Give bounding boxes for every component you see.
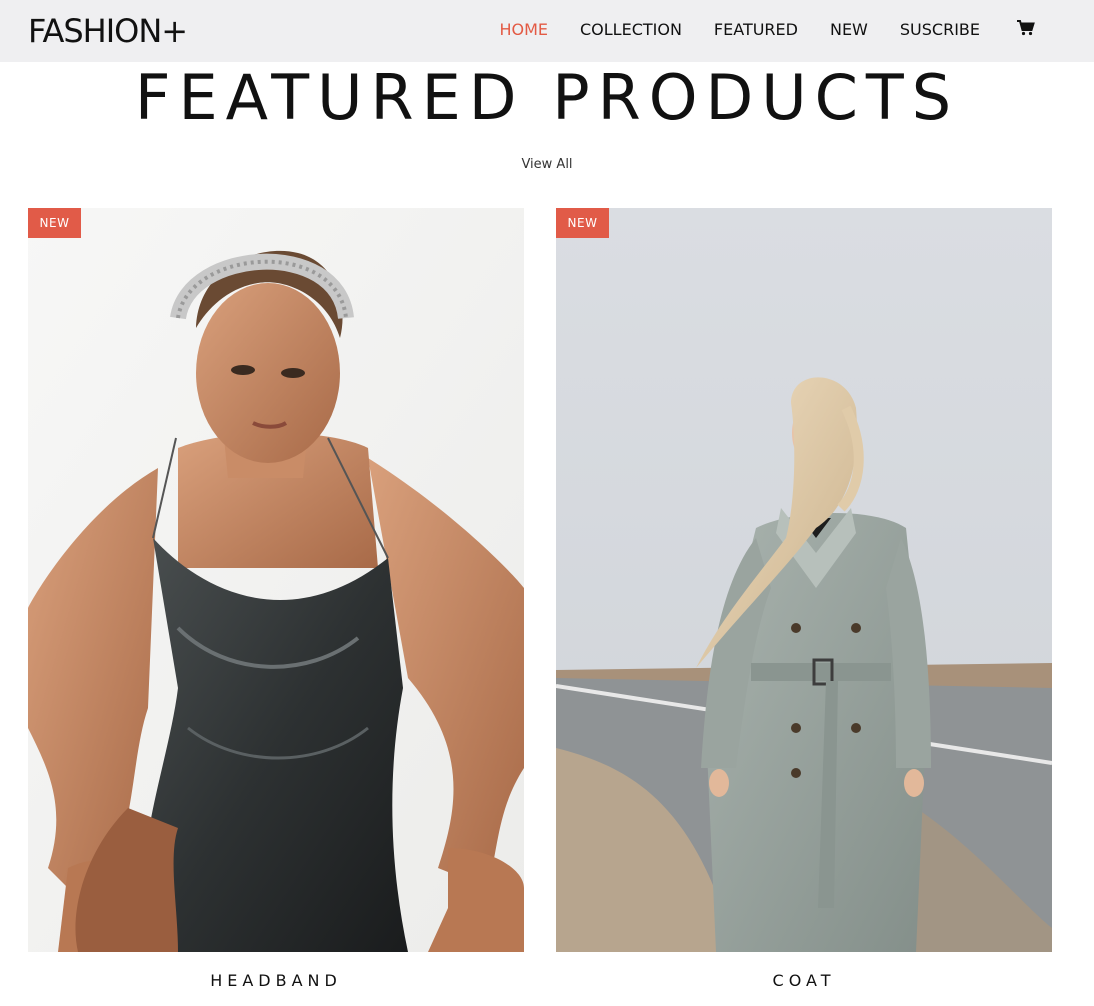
nav-link-new[interactable]: NEW — [830, 20, 868, 39]
new-badge: NEW — [28, 208, 81, 238]
product-name[interactable]: HEADBAND — [28, 971, 524, 990]
nav-link-home[interactable]: HOME — [499, 20, 548, 39]
cart-icon-graphic — [1017, 20, 1035, 36]
nav-link-collection[interactable]: COLLECTION — [580, 20, 682, 39]
page-title: FEATURED PRODUCTS — [134, 61, 960, 134]
product-name[interactable]: COAT — [556, 971, 1052, 990]
product-photo-coat — [556, 208, 1052, 952]
new-badge: NEW — [556, 208, 609, 238]
nav-link-subscribe[interactable]: SUSCRIBE — [900, 20, 980, 39]
product-image[interactable]: NEW — [28, 208, 524, 952]
navbar: FASHION+ HOME COLLECTION FEATURED NEW SU… — [0, 0, 1094, 62]
product-card[interactable]: NEW HEADBAND — [28, 208, 524, 990]
product-image[interactable]: NEW — [556, 208, 1052, 952]
nav-links: HOME COLLECTION FEATURED NEW SUSCRIBE — [467, 20, 980, 39]
product-card[interactable]: NEW COAT — [556, 208, 1052, 990]
cart-icon[interactable] — [1016, 18, 1036, 38]
view-all-link[interactable]: View All — [0, 157, 1094, 172]
nav-link-featured[interactable]: FEATURED — [714, 20, 798, 39]
product-photo-dress — [28, 208, 524, 952]
brand-logo[interactable]: FASHION+ — [28, 12, 188, 50]
